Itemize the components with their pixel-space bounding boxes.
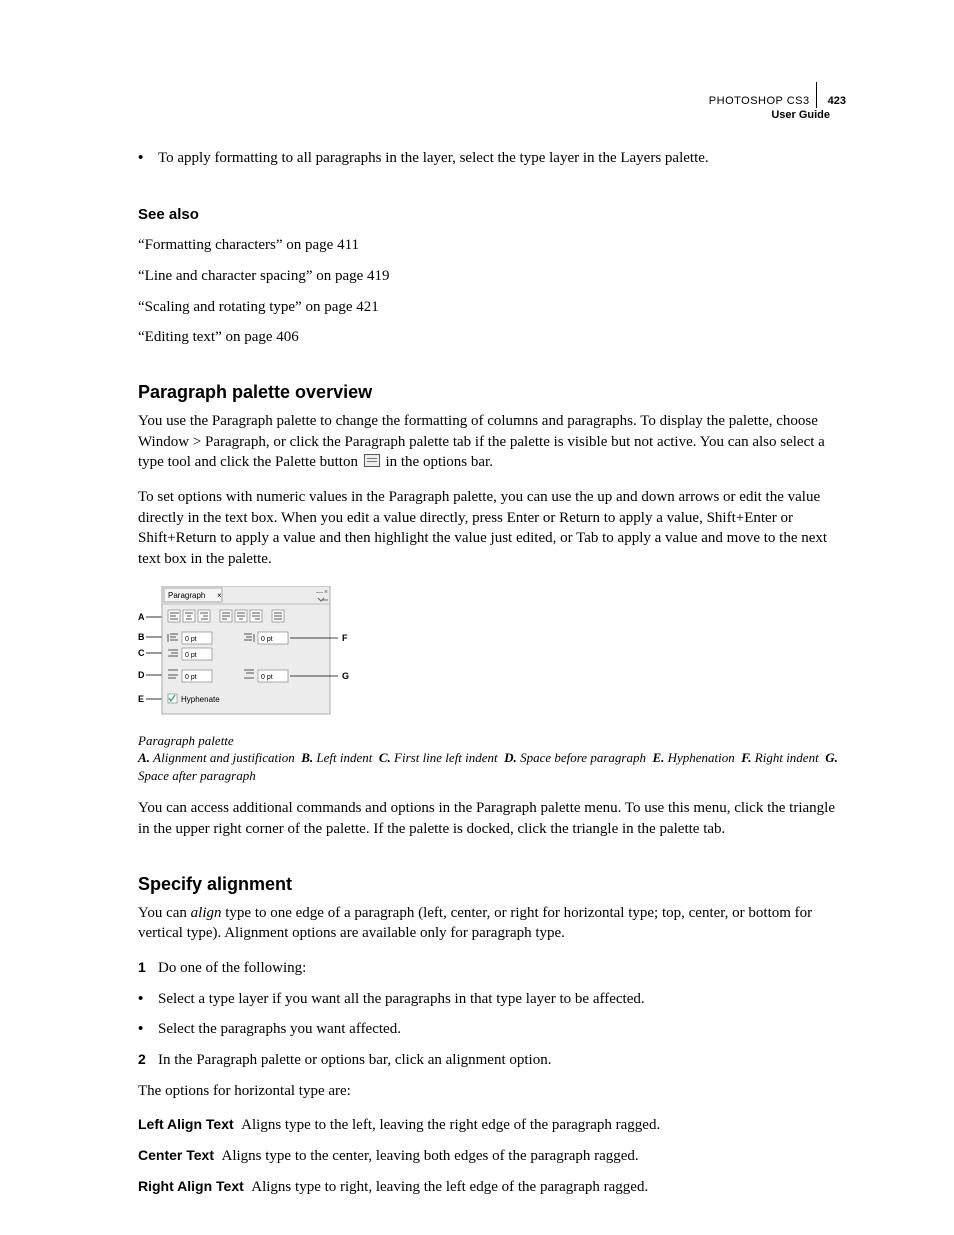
bullet-dot: • [138,989,158,1010]
content: • To apply formatting to all paragraphs … [138,148,846,1197]
cap-a-lbl: A. [138,750,153,765]
product-name: PHOTOSHOP CS3 [709,94,810,108]
overview-p2: To set options with numeric values in th… [138,487,846,570]
specify-p1: You can align type to one edge of a para… [138,903,846,944]
def-right-desc: Aligns type to right, leaving the left e… [251,1179,648,1195]
palette-button-icon [364,454,380,467]
xref-1: “Formatting characters” on page 411 [138,235,846,256]
def-left-term: Left Align Text [138,1116,234,1132]
label-f: F [342,633,348,643]
cap-c-lbl: C. [379,750,394,765]
palette-tab-label: Paragraph [168,591,205,600]
def-center: Center Text Aligns type to the center, l… [138,1146,846,1167]
hyphenate-label: Hyphenate [181,695,220,704]
step1-bullet-1: • Select a type layer if you want all th… [138,989,846,1010]
specify-heading: Specify alignment [138,872,846,897]
cap-g: Space after paragraph [138,768,256,783]
step-2: 2 In the Paragraph palette or options ba… [138,1050,846,1071]
step-1-num: 1 [138,958,158,979]
bullet-dot: • [138,148,158,169]
label-e: E [138,694,144,704]
options-intro: The options for horizontal type are: [138,1081,846,1102]
step1-bullet-1-text: Select a type layer if you want all the … [158,989,645,1010]
field-d: 0 pt [185,674,197,681]
xref-2: “Line and character spacing” on page 419 [138,266,846,287]
intro-bullet-text: To apply formatting to all paragraphs in… [158,148,709,169]
def-center-desc: Aligns type to the center, leaving both … [221,1148,638,1164]
cap-a: Alignment and justification [153,750,295,765]
specify-p1b: type to one edge of a paragraph (left, c… [138,905,812,942]
cap-e-lbl: E. [652,750,667,765]
step-1: 1 Do one of the following: [138,958,846,979]
field-f: 0 pt [261,636,273,643]
page-number: 423 [828,94,846,108]
see-also-heading: See also [138,205,846,226]
specify-p1-em: align [191,905,222,921]
step1-bullet-2: • Select the paragraphs you want affecte… [138,1019,846,1040]
field-g: 0 pt [261,674,273,681]
step-2-num: 2 [138,1050,158,1071]
label-b: B [138,632,145,642]
cap-b: Left indent [316,750,372,765]
cap-f: Right indent [755,750,819,765]
overview-p1: You use the Paragraph palette to change … [138,411,846,473]
label-d: D [138,670,145,680]
label-g: G [342,671,349,681]
caption-title: Paragraph palette [138,732,846,750]
field-c: 0 pt [185,652,197,659]
svg-text:×: × [324,589,328,596]
figure-caption: Paragraph palette A. Alignment and justi… [138,732,846,785]
def-left: Left Align Text Aligns type to the left,… [138,1115,846,1136]
label-a: A [138,612,145,622]
page: PHOTOSHOP CS3 423 User Guide • To apply … [0,0,954,1235]
cap-c: First line left indent [394,750,498,765]
step-1-text: Do one of the following: [158,958,306,979]
def-right: Right Align Text Aligns type to right, l… [138,1177,846,1198]
overview-p1b: in the options bar. [382,454,493,470]
page-header: PHOTOSHOP CS3 423 User Guide [709,78,846,123]
def-right-term: Right Align Text [138,1178,244,1194]
svg-text:—: — [316,589,323,596]
after-figure-p: You can access additional commands and o… [138,798,846,839]
xref-3: “Scaling and rotating type” on page 421 [138,297,846,318]
intro-bullet: • To apply formatting to all paragraphs … [138,148,846,169]
label-c: C [138,648,145,658]
bullet-dot: • [138,1019,158,1040]
paragraph-palette-figure: A B C D E Paragraph × — × [138,586,846,726]
def-center-term: Center Text [138,1147,214,1163]
cap-d-lbl: D. [504,750,520,765]
step-2-text: In the Paragraph palette or options bar,… [158,1050,551,1071]
cap-b-lbl: B. [301,750,316,765]
def-left-desc: Aligns type to the left, leaving the rig… [241,1117,660,1133]
xref-4: “Editing text” on page 406 [138,327,846,348]
guide-label: User Guide [709,108,846,122]
cap-f-lbl: F. [741,750,755,765]
tab-close-icon: × [217,591,222,600]
cap-d: Space before paragraph [520,750,646,765]
specify-p1a: You can [138,905,191,921]
field-b: 0 pt [185,636,197,643]
header-divider [816,82,817,108]
step1-bullet-2-text: Select the paragraphs you want affected. [158,1019,401,1040]
cap-e: Hyphenation [668,750,735,765]
palette-svg: A B C D E Paragraph × — × [138,586,358,726]
cap-g-lbl: G. [825,750,838,765]
overview-heading: Paragraph palette overview [138,380,846,405]
